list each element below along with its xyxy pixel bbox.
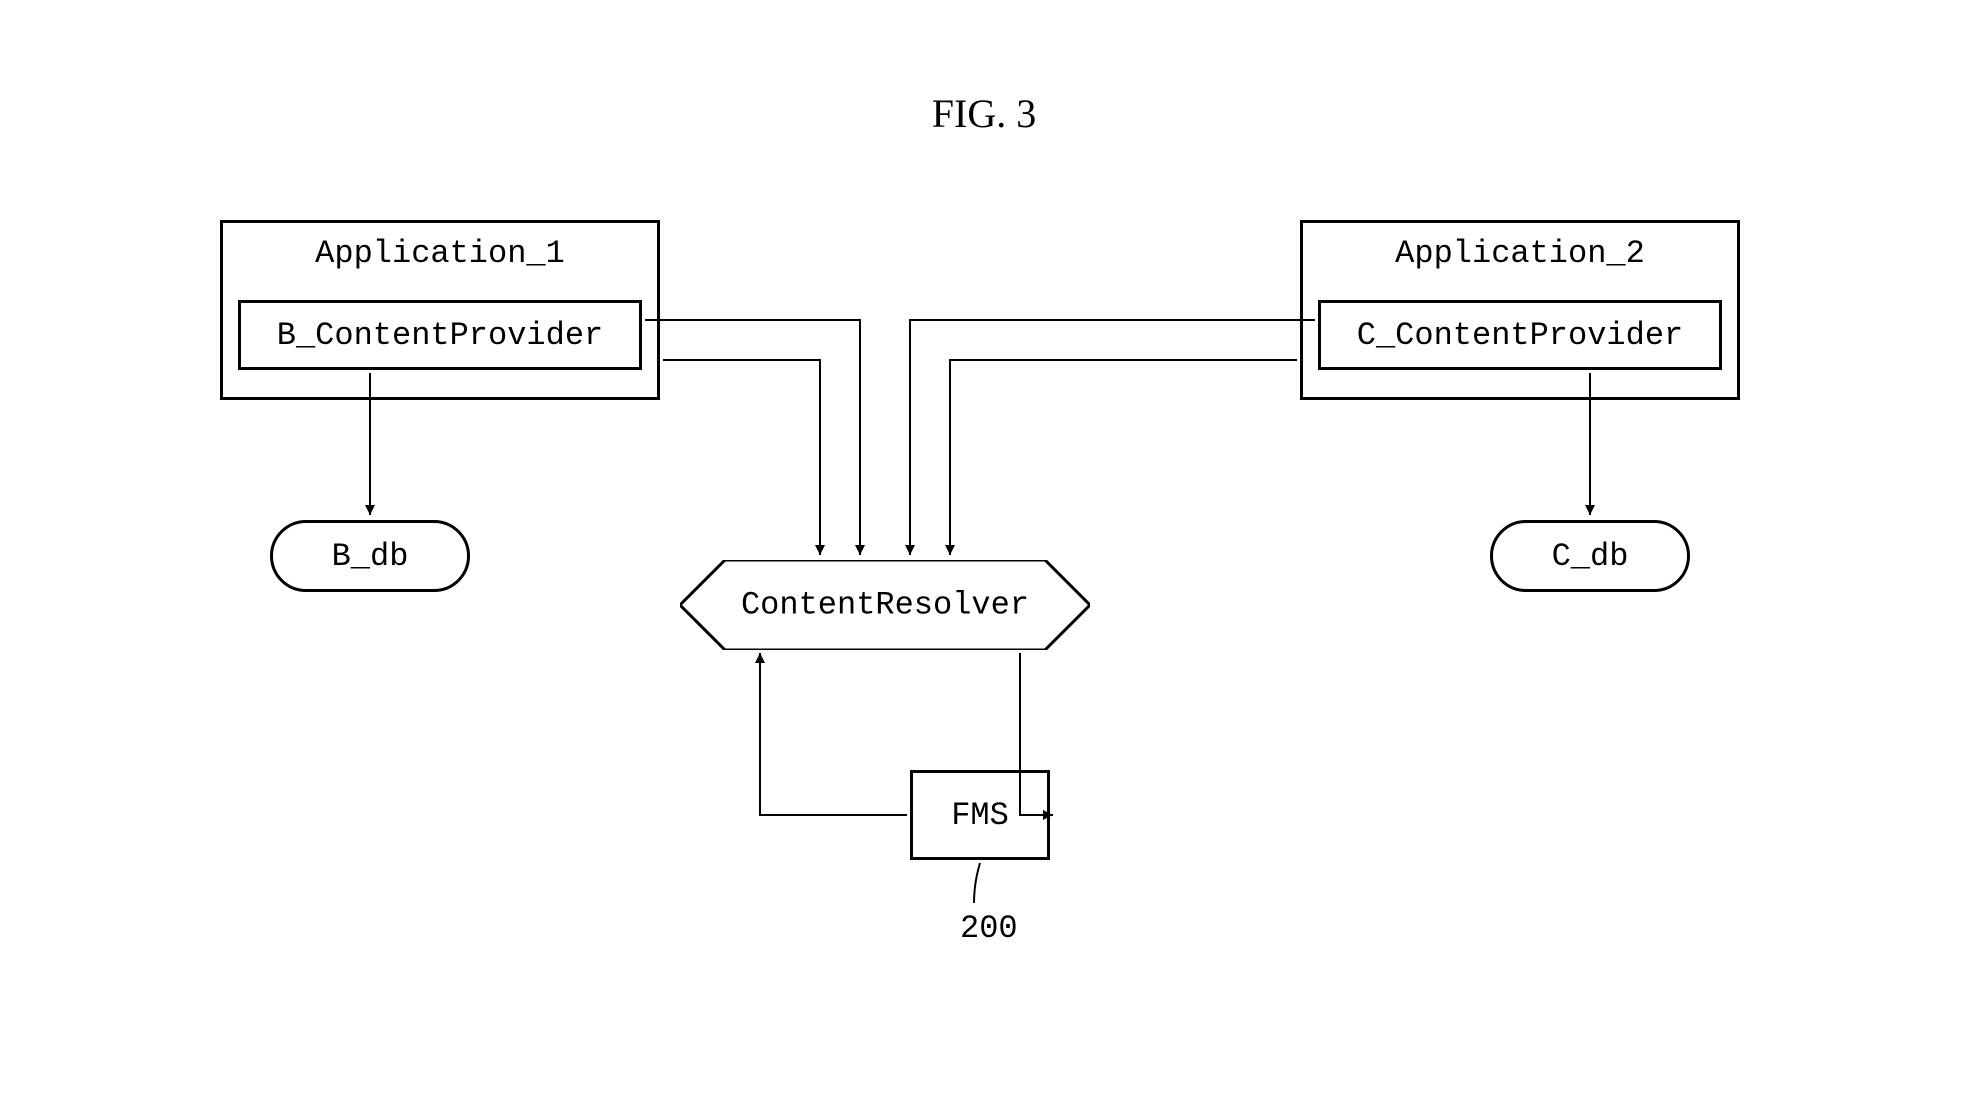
diagram-stage: FIG. 3 Application_1 B_ContentProvider B… bbox=[0, 0, 1968, 1120]
connectors-icon bbox=[0, 0, 1968, 1120]
